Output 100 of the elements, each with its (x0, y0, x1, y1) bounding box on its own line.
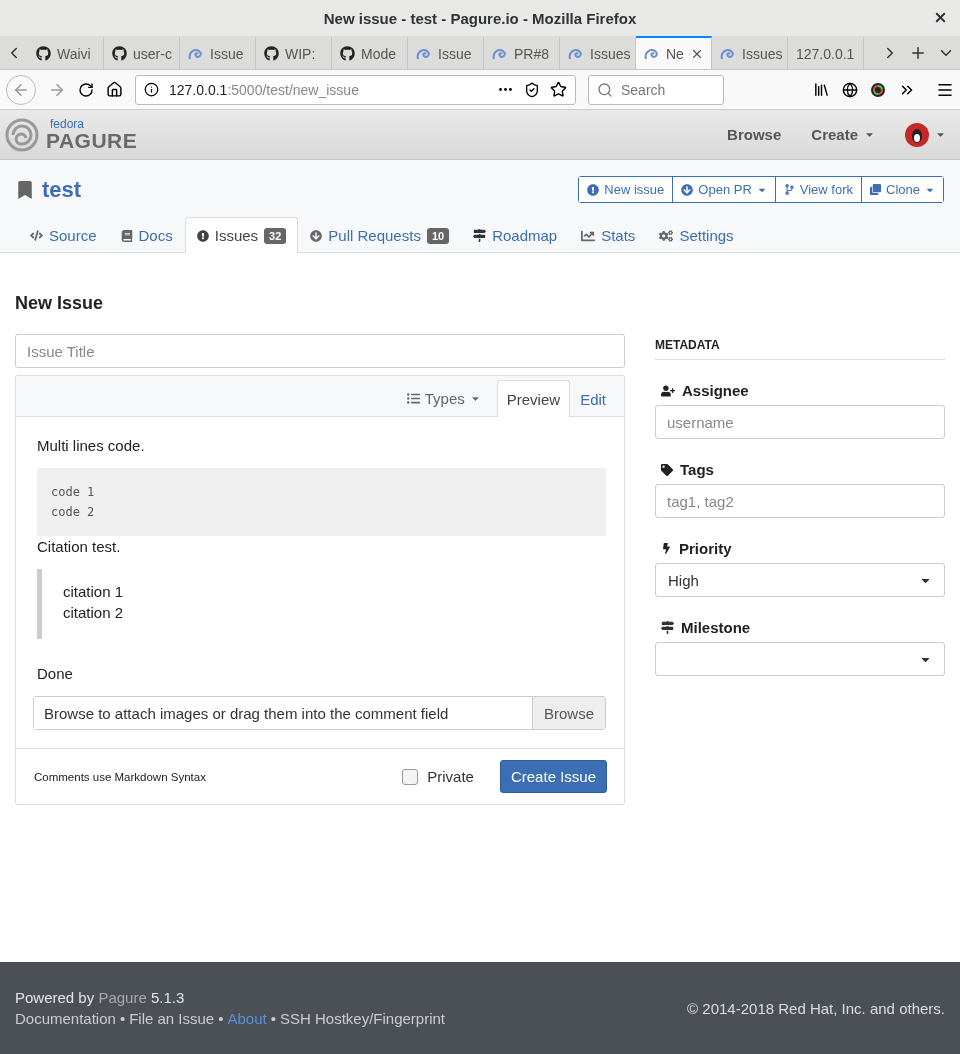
repo-action-button[interactable]: Clone (861, 177, 943, 202)
globe-icon[interactable] (842, 81, 858, 98)
github-icon (340, 46, 355, 61)
snail-icon (416, 46, 432, 61)
info-icon[interactable] (144, 82, 159, 97)
footer-link[interactable]: File an Issue (129, 1010, 215, 1027)
private-label: Private (427, 768, 474, 785)
browse-button[interactable]: Browse (531, 697, 605, 729)
pagure-link[interactable]: Pagure (98, 989, 147, 1006)
list-icon (406, 391, 420, 405)
repo-name[interactable]: test (42, 176, 82, 203)
snail-icon (492, 46, 508, 61)
branch-icon (783, 184, 795, 195)
private-checkbox[interactable] (402, 768, 419, 785)
shield-icon[interactable] (524, 81, 540, 98)
gears-icon (659, 228, 674, 243)
metadata-select[interactable]: High (655, 563, 945, 597)
bolt-icon (661, 543, 672, 554)
browser-tab[interactable]: Issues (712, 36, 788, 69)
signpost-icon (661, 621, 674, 634)
book-icon (120, 229, 133, 242)
repo-tab[interactable]: Source (18, 217, 109, 253)
metadata-heading: METADATA (655, 338, 945, 360)
repo-tab[interactable]: Settings (647, 217, 746, 253)
create-issue-button[interactable]: Create Issue (499, 760, 607, 793)
browser-tab[interactable]: Issue (408, 36, 484, 69)
repo-tab[interactable]: Roadmap (461, 217, 570, 253)
fedora-logo-text: fedora (50, 118, 86, 130)
powered-by-text: Powered by Pagure 5.1.3 (15, 989, 186, 1006)
markdown-note: Comments use Markdown Syntax (34, 770, 207, 783)
reload-icon[interactable] (78, 81, 94, 98)
preview-text: Citation test. (37, 538, 122, 555)
types-dropdown[interactable]: Types (400, 380, 487, 416)
bookmark-star-icon[interactable] (550, 81, 567, 98)
repo-tab[interactable]: Issues 32 (184, 217, 299, 253)
metadata-field[interactable]: tag1, tag2 (655, 484, 945, 518)
browser-tab[interactable]: WIP: (256, 36, 332, 69)
url-text: 127.0.0.1:5000/test/new_issue (169, 81, 360, 98)
issue-title-field[interactable]: Issue Title (15, 334, 625, 368)
editor-tab[interactable]: Preview (496, 380, 571, 417)
copyright-text: © 2014-2018 Red Hat, Inc. and others. (687, 999, 945, 1017)
close-icon[interactable] (933, 10, 948, 25)
library-icon[interactable] (813, 81, 830, 98)
count-badge: 10 (426, 227, 450, 244)
avatar-icon[interactable] (905, 122, 929, 147)
field-label: Priority (679, 540, 732, 557)
line-chart-icon (581, 228, 596, 243)
exclamation-icon (196, 229, 209, 242)
field-label: Milestone (681, 619, 751, 636)
count-badge: 32 (264, 227, 287, 244)
download-icon (310, 229, 323, 242)
tag-icon (661, 463, 673, 476)
page-heading: New Issue (15, 293, 105, 314)
browser-tab[interactable]: Waivi (28, 36, 104, 69)
footer-link[interactable]: Documentation (15, 1010, 116, 1027)
code-icon (30, 229, 43, 242)
nav-link[interactable]: Create (811, 126, 875, 143)
preview-text: Multi lines code. (37, 437, 146, 454)
snail-icon (644, 46, 660, 61)
bullet-separator: • (270, 1010, 276, 1027)
browser-tab[interactable]: Mode (332, 36, 408, 69)
github-icon (264, 46, 279, 61)
bullet-separator: • (119, 1010, 126, 1027)
bullet-separator: • (218, 1010, 224, 1027)
signpost-icon (473, 229, 487, 242)
browser-tab[interactable]: Ne (636, 36, 712, 69)
field-label: Assignee (682, 382, 749, 399)
preview-text: Done (37, 665, 74, 682)
copy-icon (870, 184, 882, 195)
download-icon (681, 183, 694, 196)
field-label: Tags (680, 461, 714, 478)
repo-tab[interactable]: Pull Requests 10 (298, 217, 462, 253)
browser-tab[interactable]: user-c (104, 36, 180, 69)
editor-tab[interactable]: Edit (570, 380, 616, 417)
footer-link[interactable]: SSH Hostkey/Fingerprint (279, 1010, 445, 1027)
search-field[interactable]: Search (588, 74, 724, 105)
attach-field[interactable]: Browse to attach images or drag them into the comment field Browse (33, 696, 606, 730)
address-field[interactable]: 127.0.0.1:5000/test/new_issue (135, 74, 576, 105)
nav-link[interactable]: Browse (727, 126, 782, 143)
snail-icon (188, 46, 204, 61)
code-block: code 1 code 2 (37, 468, 606, 536)
browser-tab[interactable]: 127.0.0.1 (788, 36, 864, 69)
snail-icon (720, 46, 736, 61)
browser-tab[interactable]: Issue (180, 36, 256, 69)
pagure-logo-text: PAGURE (46, 130, 138, 151)
browser-tab[interactable]: PR#8 (484, 36, 560, 69)
color-wheel-icon[interactable] (870, 81, 886, 98)
snail-icon (568, 46, 584, 61)
blockquote: citation 1 citation 2 (37, 569, 606, 639)
github-icon (112, 46, 127, 61)
metadata-field[interactable]: username (655, 405, 945, 439)
search-icon (597, 81, 613, 98)
exclamation-icon (587, 183, 600, 196)
repo-icon (16, 180, 34, 199)
add-user-icon (661, 383, 675, 398)
github-icon (36, 46, 51, 61)
repo-tab[interactable]: Stats (569, 217, 648, 253)
window-title: New issue - test - Pagure.io - Mozilla Firefox (323, 9, 637, 27)
home-icon[interactable] (106, 81, 123, 98)
repo-tab[interactable]: Docs (108, 217, 185, 253)
